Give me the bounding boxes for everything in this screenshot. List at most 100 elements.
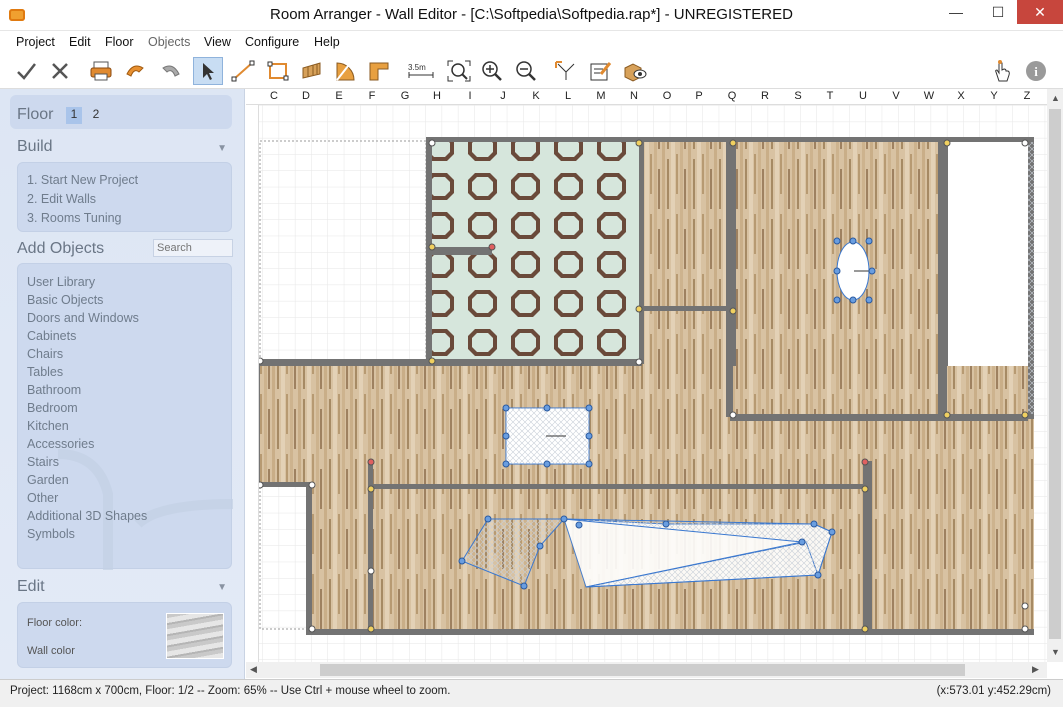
redo-icon[interactable]	[156, 57, 186, 85]
3d-view-icon[interactable]	[620, 57, 650, 85]
scroll-down-icon[interactable]: ▼	[1051, 647, 1060, 657]
horizontal-scrollbar[interactable]: ◀ ▶	[246, 662, 1047, 678]
hand-pointer-icon[interactable]	[987, 57, 1017, 85]
svg-text:i: i	[1034, 64, 1038, 79]
menu-project[interactable]: Project	[16, 35, 55, 49]
floor-label: Floor	[17, 106, 54, 123]
category-chairs[interactable]: Chairs	[27, 347, 63, 361]
door-tool-icon[interactable]	[331, 57, 361, 85]
horizontal-scroll-thumb[interactable]	[320, 664, 965, 676]
floor-tab-2[interactable]: 2	[88, 107, 104, 121]
undo-icon[interactable]	[120, 57, 150, 85]
title-bar: Room Arranger - Wall Editor - [C:\Softpe…	[0, 0, 1063, 31]
ruler-col-o: O	[662, 90, 672, 102]
floor-color-label: Floor color:	[27, 617, 83, 629]
object-search-input[interactable]	[153, 239, 233, 257]
category-garden[interactable]: Garden	[27, 473, 69, 487]
ruler-col-k: K	[532, 90, 540, 102]
print-icon[interactable]	[86, 57, 116, 85]
category-stairs[interactable]: Stairs	[27, 455, 59, 469]
menu-floor[interactable]: Floor	[105, 35, 133, 49]
build-item-rooms[interactable]: 3. Rooms Tuning	[27, 211, 122, 225]
build-panel: 1. Start New Project 2. Edit Walls 3. Ro…	[17, 162, 232, 232]
toolbar: 3.5m i	[0, 53, 1063, 89]
close-button[interactable]: ✕	[1017, 0, 1063, 24]
category-3d-shapes[interactable]: Additional 3D Shapes	[27, 509, 147, 523]
check-icon[interactable]	[11, 57, 41, 85]
wall-color-label: Wall color	[27, 645, 75, 657]
ruler-col-r: R	[761, 90, 769, 102]
zoom-out-icon[interactable]	[511, 57, 541, 85]
ruler-col-j: J	[500, 90, 506, 102]
category-other[interactable]: Other	[27, 491, 58, 505]
select-arrow-icon[interactable]	[193, 57, 223, 85]
category-bedroom[interactable]: Bedroom	[27, 401, 78, 415]
floor-plan[interactable]	[246, 89, 1047, 662]
menu-view[interactable]: View	[204, 35, 231, 49]
category-symbols[interactable]: Symbols	[27, 527, 75, 541]
menu-edit[interactable]: Edit	[69, 35, 91, 49]
scroll-right-icon[interactable]: ▶	[1032, 664, 1039, 675]
ruler-col-x: X	[957, 90, 965, 102]
floor-plan-canvas[interactable]	[246, 89, 1047, 662]
build-item-walls[interactable]: 2. Edit Walls	[27, 192, 96, 206]
wall-tool-icon[interactable]	[297, 57, 327, 85]
sidebar: Floor 1 2 Build ▼ 1. Start New Project 2…	[0, 89, 245, 679]
ruler-col-h: H	[433, 90, 441, 102]
ruler-col-t: T	[826, 90, 834, 102]
status-text: Project: 1168cm x 700cm, Floor: 1/2 -- Z…	[10, 685, 451, 697]
menu-objects[interactable]: Objects	[148, 35, 190, 49]
vertical-scroll-thumb[interactable]	[1049, 109, 1061, 639]
edit-collapse-icon[interactable]: ▼	[217, 582, 227, 593]
ruler-col-s: S	[794, 90, 802, 102]
category-basic-objects[interactable]: Basic Objects	[27, 293, 103, 307]
dimension-icon[interactable]	[551, 57, 581, 85]
ruler-col-n: N	[630, 90, 638, 102]
category-bathroom[interactable]: Bathroom	[27, 383, 81, 397]
ruler-col-i: I	[468, 90, 472, 102]
ruler-col-z: Z	[1023, 90, 1031, 102]
scroll-left-icon[interactable]: ◀	[250, 664, 257, 675]
build-item-start[interactable]: 1. Start New Project	[27, 173, 138, 187]
ruler-col-u: U	[859, 90, 867, 102]
add-objects-label: Add Objects	[17, 240, 105, 257]
ruler-col-d: D	[302, 90, 310, 102]
build-label[interactable]: Build	[17, 138, 53, 156]
measure-tool-icon[interactable]: 3.5m	[407, 57, 435, 85]
build-collapse-icon[interactable]: ▼	[217, 143, 227, 154]
maximize-button[interactable]: ☐	[983, 0, 1013, 24]
floor-tab-1[interactable]: 1	[66, 107, 82, 124]
category-tables[interactable]: Tables	[27, 365, 63, 379]
zoom-in-icon[interactable]	[477, 57, 507, 85]
room-tool-icon[interactable]	[364, 57, 394, 85]
menu-help[interactable]: Help	[314, 35, 340, 49]
svg-text:3.5m: 3.5m	[408, 63, 426, 72]
minimize-button[interactable]: —	[941, 0, 971, 24]
info-icon[interactable]: i	[1021, 57, 1051, 85]
category-kitchen[interactable]: Kitchen	[27, 419, 69, 433]
ruler-top: C D E F G H I J K L M N O P Q R S T U V …	[246, 89, 1047, 105]
ruler-col-f: F	[368, 90, 376, 102]
cancel-icon[interactable]	[45, 57, 75, 85]
category-accessories[interactable]: Accessories	[27, 437, 94, 451]
ruler-col-c: C	[270, 90, 278, 102]
line-tool-icon[interactable]	[228, 57, 258, 85]
category-user-library[interactable]: User Library	[27, 275, 95, 289]
menu-configure[interactable]: Configure	[245, 35, 299, 49]
floor-color-swatch[interactable]	[166, 613, 224, 659]
ruler-col-l: L	[564, 90, 572, 102]
category-cabinets[interactable]: Cabinets	[27, 329, 76, 343]
ruler-col-m: M	[596, 90, 606, 102]
scroll-up-icon[interactable]: ▲	[1051, 93, 1060, 103]
category-doors-windows[interactable]: Doors and Windows	[27, 311, 139, 325]
edit-properties-icon[interactable]	[586, 57, 616, 85]
rectangle-tool-icon[interactable]	[263, 57, 293, 85]
vertical-scrollbar[interactable]: ▲ ▼	[1047, 89, 1063, 662]
edit-label[interactable]: Edit	[17, 578, 45, 596]
ruler-col-g: G	[400, 90, 410, 102]
zoom-fit-icon[interactable]	[444, 57, 474, 85]
ruler-col-y: Y	[990, 90, 998, 102]
ruler-left	[246, 105, 259, 662]
ruler-col-v: V	[892, 90, 900, 102]
cursor-coordinates: (x:573.01 y:452.29cm)	[936, 685, 1051, 697]
